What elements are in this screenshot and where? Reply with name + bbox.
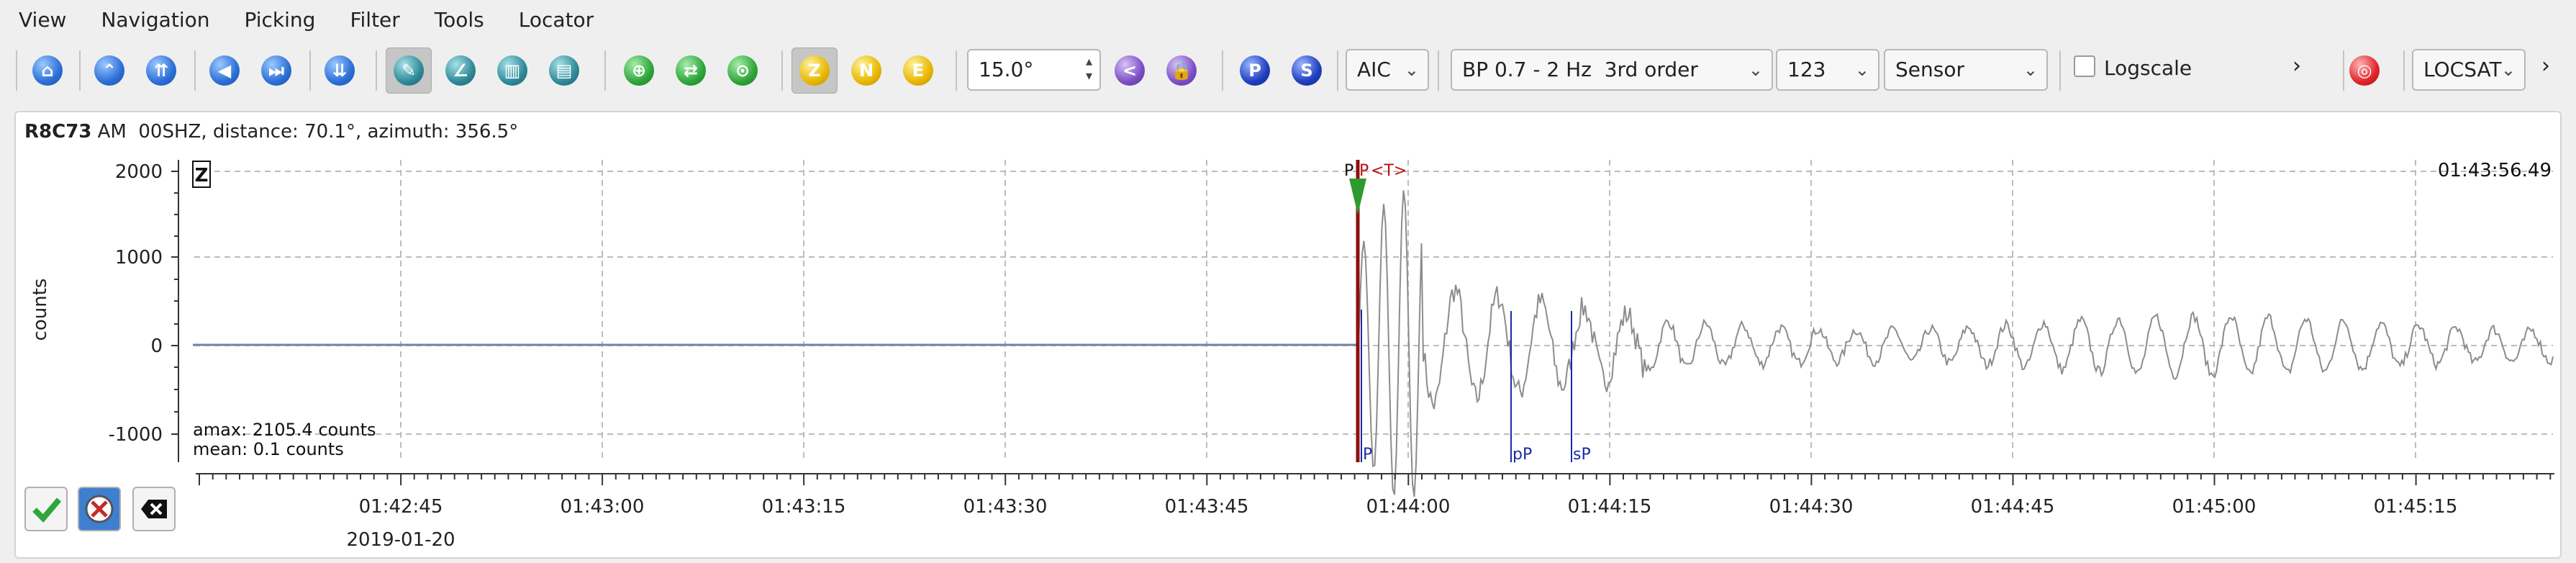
- component-n-icon: N: [851, 55, 881, 86]
- logscale-checkbox[interactable]: [2074, 55, 2095, 77]
- toolbar-separator: [956, 50, 957, 91]
- home-icon: ⌂: [32, 55, 63, 86]
- unit-select[interactable]: Sensor ⌄: [1884, 49, 2048, 91]
- s-phase-button[interactable]: S: [1284, 48, 1330, 94]
- toolbar-separator: [309, 50, 311, 91]
- s-phase-icon: S: [1292, 55, 1322, 86]
- toolbar-separator: [1337, 50, 1338, 91]
- chevron-down-icon: ⌄: [1748, 60, 1763, 80]
- angle-icon: ∠: [445, 55, 476, 86]
- component-n-button[interactable]: N: [843, 48, 889, 94]
- cancel-button[interactable]: [78, 487, 121, 531]
- logscale-label: Logscale: [2104, 56, 2192, 80]
- channel-set-select[interactable]: 123 ⌄: [1776, 49, 1879, 91]
- toolbar-separator: [781, 50, 783, 91]
- toolbar-separator: [16, 50, 17, 91]
- toolbar-separator: [194, 50, 196, 91]
- toolbar-separator: [1438, 50, 1439, 91]
- filter-select[interactable]: BP 0.7 - 2 Hz 3rd order ⌄: [1451, 49, 1773, 91]
- scale-icon: ▥: [497, 55, 527, 86]
- amplitude-icon: ▤: [549, 55, 579, 86]
- menu-view[interactable]: View: [0, 0, 82, 40]
- align-icon: ✎: [394, 55, 424, 86]
- trace-header: R8C73 AM 00SHZ, distance: 70.1°, azimuth…: [24, 121, 518, 143]
- menu-picking[interactable]: Picking: [225, 0, 331, 40]
- scale-button[interactable]: ▥: [489, 48, 535, 94]
- pick-button[interactable]: ⊕: [616, 48, 662, 94]
- p-phase-button[interactable]: P: [1232, 48, 1278, 94]
- delete-icon: [141, 500, 167, 518]
- accept-button[interactable]: [24, 487, 68, 531]
- toolbar-separator: [2059, 50, 2061, 91]
- target-icon: ◎: [2349, 55, 2380, 86]
- spin-arrows-icon[interactable]: ▴ ▾: [1086, 55, 1092, 84]
- menu-tools[interactable]: Tools: [416, 0, 500, 40]
- rotation-angle-input[interactable]: 15.0° ▴ ▾: [967, 49, 1101, 91]
- previous-pick-button[interactable]: <: [1107, 48, 1153, 94]
- chevron-left-icon: ◀: [209, 55, 240, 86]
- menu-locator[interactable]: Locator: [500, 0, 609, 40]
- picker-method-select[interactable]: AIC ⌄: [1346, 49, 1429, 91]
- lock-button[interactable]: 🔒: [1158, 48, 1205, 94]
- chevron-right-icon[interactable]: ›: [2292, 53, 2301, 78]
- station-code: R8C73: [24, 121, 92, 143]
- toolbar: ⌂ ⌃ ⇈ ◀ ⏭ ⇊ ✎ ∠ ▥ ▤ ⊕ ⇄ ⊙ Z N E 15.0° ▴ ▾…: [0, 40, 2576, 101]
- lock-icon: 🔒: [1166, 55, 1197, 86]
- filter-value: BP 0.7 - 2 Hz 3rd order: [1462, 58, 1698, 81]
- home-button[interactable]: ⌂: [24, 48, 71, 94]
- double-chevron-up-icon: ⇈: [146, 55, 176, 86]
- picker-method-value: AIC: [1357, 58, 1391, 81]
- toolbar-separator: [79, 50, 81, 91]
- locator-value: LOCSAT: [2423, 58, 2502, 81]
- checkmark-icon: [32, 497, 62, 523]
- scroll-up-button[interactable]: ⌃: [86, 48, 132, 94]
- rotation-angle-value: 15.0°: [979, 58, 1034, 81]
- cancel-icon: [85, 495, 114, 523]
- chevron-right-icon[interactable]: ›: [2541, 53, 2550, 78]
- toolbar-separator: [604, 50, 606, 91]
- chevron-down-icon: ⌄: [1854, 60, 1869, 80]
- channel-set-value: 123: [1787, 58, 1826, 81]
- zoom-icon: ⊙: [727, 55, 758, 86]
- menu-navigation[interactable]: Navigation: [82, 0, 225, 40]
- toolbar-separator: [376, 50, 377, 91]
- p-phase-icon: P: [1240, 55, 1270, 86]
- chevron-down-icon: ⌄: [2500, 60, 2516, 80]
- pick-icon: ⊕: [624, 55, 654, 86]
- relocate-button[interactable]: ⇄: [668, 48, 714, 94]
- component-z-button[interactable]: Z: [792, 48, 838, 94]
- trace-header-details: AM 00SHZ, distance: 70.1°, azimuth: 356.…: [97, 121, 519, 143]
- double-chevron-down-icon: ⇊: [325, 55, 355, 86]
- locator-select[interactable]: LOCSAT ⌄: [2412, 49, 2526, 91]
- unit-value: Sensor: [1895, 58, 1964, 81]
- zoom-pick-button[interactable]: ⊙: [720, 48, 766, 94]
- toolbar-separator: [1222, 50, 1223, 91]
- component-z-icon: Z: [799, 55, 830, 86]
- trace-panel: [14, 111, 2562, 559]
- menu-filter[interactable]: Filter: [331, 0, 415, 40]
- scroll-left-button[interactable]: ◀: [201, 48, 248, 94]
- scroll-top-button[interactable]: ⇈: [138, 48, 184, 94]
- locate-button[interactable]: ◎: [2341, 48, 2387, 94]
- component-e-button[interactable]: E: [895, 48, 941, 94]
- previous-icon: <: [1115, 55, 1145, 86]
- chevron-up-icon: ⌃: [94, 55, 124, 86]
- amplitude-button[interactable]: ▤: [541, 48, 587, 94]
- menu-bar: View Navigation Picking Filter Tools Loc…: [0, 0, 2576, 40]
- skip-icon: ⏭: [261, 55, 291, 86]
- clear-button[interactable]: [132, 487, 176, 531]
- angle-button[interactable]: ∠: [437, 48, 484, 94]
- toolbar-separator: [2403, 50, 2405, 91]
- chevron-down-icon: ⌄: [2023, 60, 2038, 80]
- align-button[interactable]: ✎: [386, 48, 432, 94]
- scroll-right-button[interactable]: ⏭: [253, 48, 299, 94]
- scroll-down-button[interactable]: ⇊: [317, 48, 363, 94]
- relocate-icon: ⇄: [676, 55, 706, 86]
- component-e-icon: E: [903, 55, 933, 86]
- chevron-down-icon: ⌄: [1404, 60, 1419, 80]
